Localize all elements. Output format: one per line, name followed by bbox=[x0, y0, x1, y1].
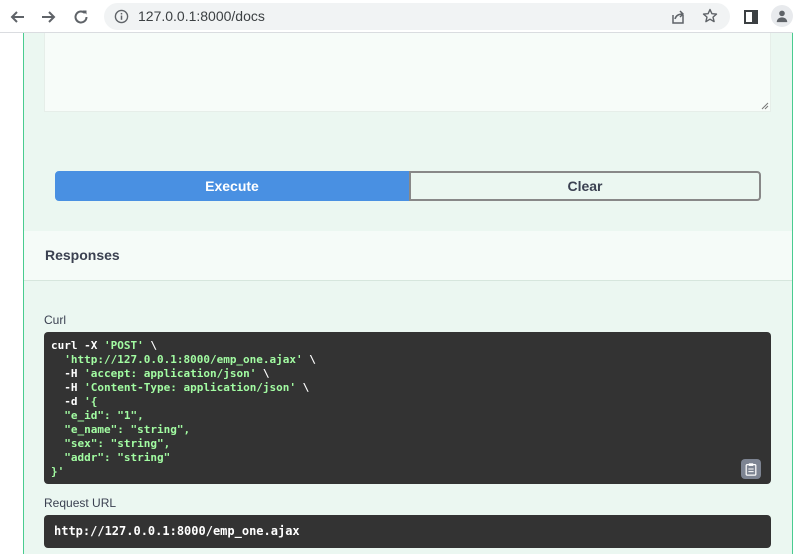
code-string: "e_id": "1", bbox=[64, 409, 144, 422]
code-text: -H bbox=[51, 367, 85, 380]
code-string: }' bbox=[51, 465, 65, 478]
curl-label: Curl bbox=[44, 313, 67, 327]
execute-button[interactable]: Execute bbox=[55, 171, 409, 201]
curl-code-line: -H 'Content-Type: application/json' \ bbox=[51, 381, 771, 395]
site-info-icon[interactable] bbox=[114, 9, 129, 24]
curl-code-line: -d '{ bbox=[51, 395, 771, 409]
curl-code-line: curl -X 'POST' \ bbox=[51, 339, 771, 353]
browser-toolbar: 127.0.0.1:8000/docs bbox=[0, 0, 793, 33]
code-string: "addr": "string" bbox=[64, 451, 171, 464]
code-string: 'http://127.0.0.1:8000/emp_one.ajax' bbox=[64, 353, 303, 366]
request-url-block: http://127.0.0.1:8000/emp_one.ajax bbox=[44, 515, 771, 548]
code-text: -d bbox=[51, 395, 85, 408]
address-bar[interactable]: 127.0.0.1:8000/docs bbox=[104, 3, 730, 30]
curl-code-block: curl -X 'POST' \ 'http://127.0.0.1:8000/… bbox=[44, 332, 771, 484]
curl-code-line: 'http://127.0.0.1:8000/emp_one.ajax' \ bbox=[51, 353, 771, 367]
bookmark-star-icon[interactable] bbox=[702, 8, 718, 24]
curl-code-line: -H 'accept: application/json' \ bbox=[51, 367, 771, 381]
code-string: 'POST' bbox=[103, 339, 144, 352]
reload-icon[interactable] bbox=[70, 6, 92, 28]
code-text: curl -X bbox=[51, 339, 104, 352]
code-string: "e_name": "string", bbox=[64, 423, 191, 436]
code-text: \ bbox=[302, 353, 316, 366]
address-text: 127.0.0.1:8000/docs bbox=[138, 8, 265, 24]
code-text: -H bbox=[51, 381, 85, 394]
curl-code-line: "e_id": "1", bbox=[51, 409, 771, 423]
copy-to-clipboard-button[interactable] bbox=[741, 459, 761, 479]
request-body-textarea[interactable] bbox=[44, 33, 771, 112]
execute-wrapper: Execute Clear bbox=[55, 171, 761, 201]
curl-code-line: "e_name": "string", bbox=[51, 423, 771, 437]
code-string: '{ bbox=[84, 395, 98, 408]
curl-code: curl -X 'POST' \ 'http://127.0.0.1:8000/… bbox=[51, 339, 771, 479]
back-icon[interactable] bbox=[6, 6, 28, 28]
code-text: \ bbox=[256, 367, 270, 380]
curl-code-line: "sex": "string", bbox=[51, 437, 771, 451]
side-panel-icon[interactable] bbox=[740, 6, 762, 28]
clipboard-icon bbox=[745, 463, 757, 476]
operation-panel: Execute Clear Responses Curl curl -X 'PO… bbox=[23, 33, 793, 554]
request-url-label: Request URL bbox=[44, 496, 117, 510]
clear-button[interactable]: Clear bbox=[409, 171, 761, 201]
share-icon[interactable] bbox=[670, 9, 686, 25]
code-text: \ bbox=[143, 339, 157, 352]
request-url-value: http://127.0.0.1:8000/emp_one.ajax bbox=[54, 524, 300, 538]
curl-code-line: "addr": "string" bbox=[51, 451, 771, 465]
code-text: \ bbox=[296, 381, 310, 394]
responses-header: Responses bbox=[24, 231, 792, 281]
code-string: "sex": "string", bbox=[64, 437, 171, 450]
curl-code-line: }' bbox=[51, 465, 771, 479]
profile-avatar-icon[interactable] bbox=[771, 5, 793, 27]
resize-handle-icon[interactable] bbox=[760, 101, 769, 110]
code-string: 'Content-Type: application/json' bbox=[84, 381, 297, 394]
forward-icon[interactable] bbox=[38, 6, 60, 28]
code-string: 'accept: application/json' bbox=[84, 367, 257, 380]
responses-title: Responses bbox=[45, 247, 120, 263]
